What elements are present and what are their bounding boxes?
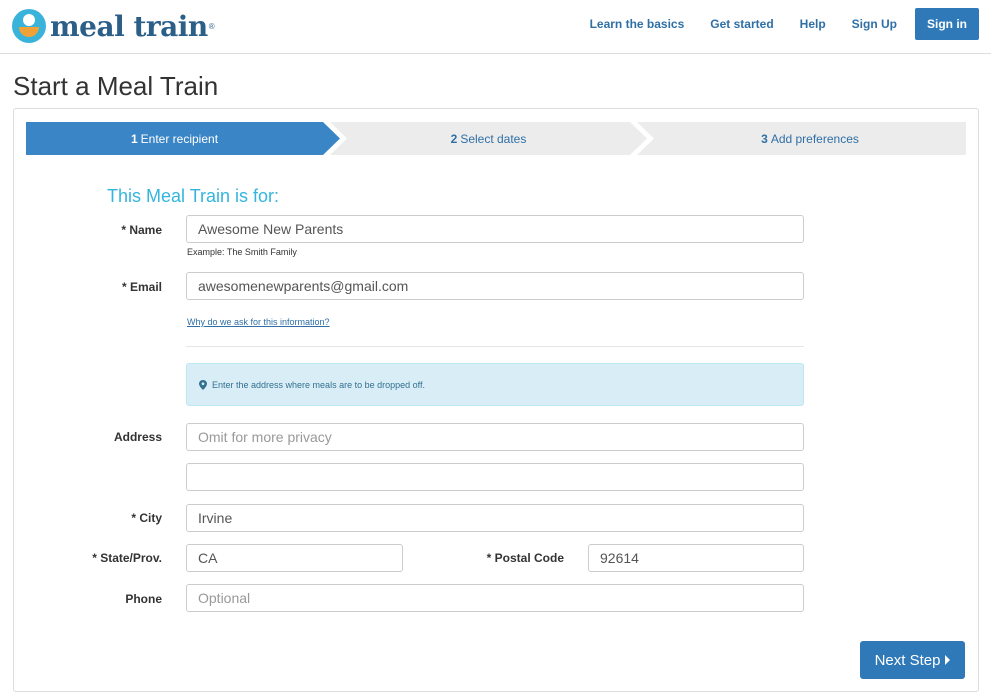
name-input[interactable]: Awesome New Parents: [186, 215, 804, 243]
postal-code-label: * Postal Code: [486, 551, 564, 565]
progress-stepper: 1 Enter recipient 2 Select dates 3 Add p…: [26, 122, 966, 155]
address-label: Address: [113, 430, 162, 444]
name-help-text: Example: The Smith Family: [187, 247, 297, 257]
city-input[interactable]: Irvine: [186, 504, 804, 532]
step-2-number: 2: [450, 131, 458, 146]
step-1: 1 Enter recipient: [26, 122, 323, 155]
name-label: * Name: [121, 223, 162, 237]
nav-get-started[interactable]: Get started: [710, 17, 773, 31]
section-divider: [186, 346, 804, 347]
city-label: * City: [131, 511, 162, 525]
registered-mark: ®: [208, 21, 215, 31]
map-marker-icon: [199, 379, 207, 390]
top-nav: Learn the basics Get started Help Sign U…: [564, 8, 979, 40]
phone-label: Phone: [125, 592, 162, 606]
next-step-button[interactable]: Next Step: [860, 641, 965, 679]
site-header: meal train ® Learn the basics Get starte…: [0, 0, 991, 54]
step-1-label: Enter recipient: [140, 131, 219, 146]
step-3-number: 3: [761, 131, 768, 146]
state-input[interactable]: CA: [186, 544, 403, 572]
meal-train-logo-icon: [12, 9, 46, 43]
step-1-number: 1: [130, 131, 138, 146]
state-label: * State/Prov.: [92, 551, 162, 565]
caret-right-icon: [945, 655, 951, 665]
step-2-label: Select dates: [460, 131, 527, 146]
why-info-link[interactable]: Why do we ask for this information?: [187, 317, 330, 327]
postal-code-input[interactable]: 92614: [588, 544, 804, 572]
email-input[interactable]: awesomenewparents@gmail.com: [186, 272, 804, 300]
nav-learn-the-basics[interactable]: Learn the basics: [590, 17, 685, 31]
form-heading: This Meal Train is for:: [107, 186, 280, 206]
nav-sign-up[interactable]: Sign Up: [852, 17, 897, 31]
nav-help[interactable]: Help: [800, 17, 826, 31]
next-step-label: Next Step: [874, 651, 941, 669]
step-3: 3 Add preferences: [654, 122, 966, 155]
step-2: 2 Select dates: [347, 122, 630, 155]
page-title: Start a Meal Train: [13, 71, 219, 101]
sign-in-button[interactable]: Sign in: [915, 8, 979, 40]
meal-train-logo[interactable]: meal train ®: [12, 8, 215, 44]
email-label: * Email: [121, 280, 162, 294]
address-info-alert: Enter the address where meals are to be …: [186, 363, 804, 406]
alert-text: Enter the address where meals are to be …: [212, 379, 425, 390]
address-line-2-input[interactable]: [186, 463, 804, 491]
phone-input[interactable]: Optional: [186, 584, 804, 612]
step-3-label: Add preferences: [770, 131, 859, 146]
logo-text: meal train: [50, 9, 208, 43]
address-line-1-input[interactable]: Omit for more privacy: [186, 423, 804, 451]
